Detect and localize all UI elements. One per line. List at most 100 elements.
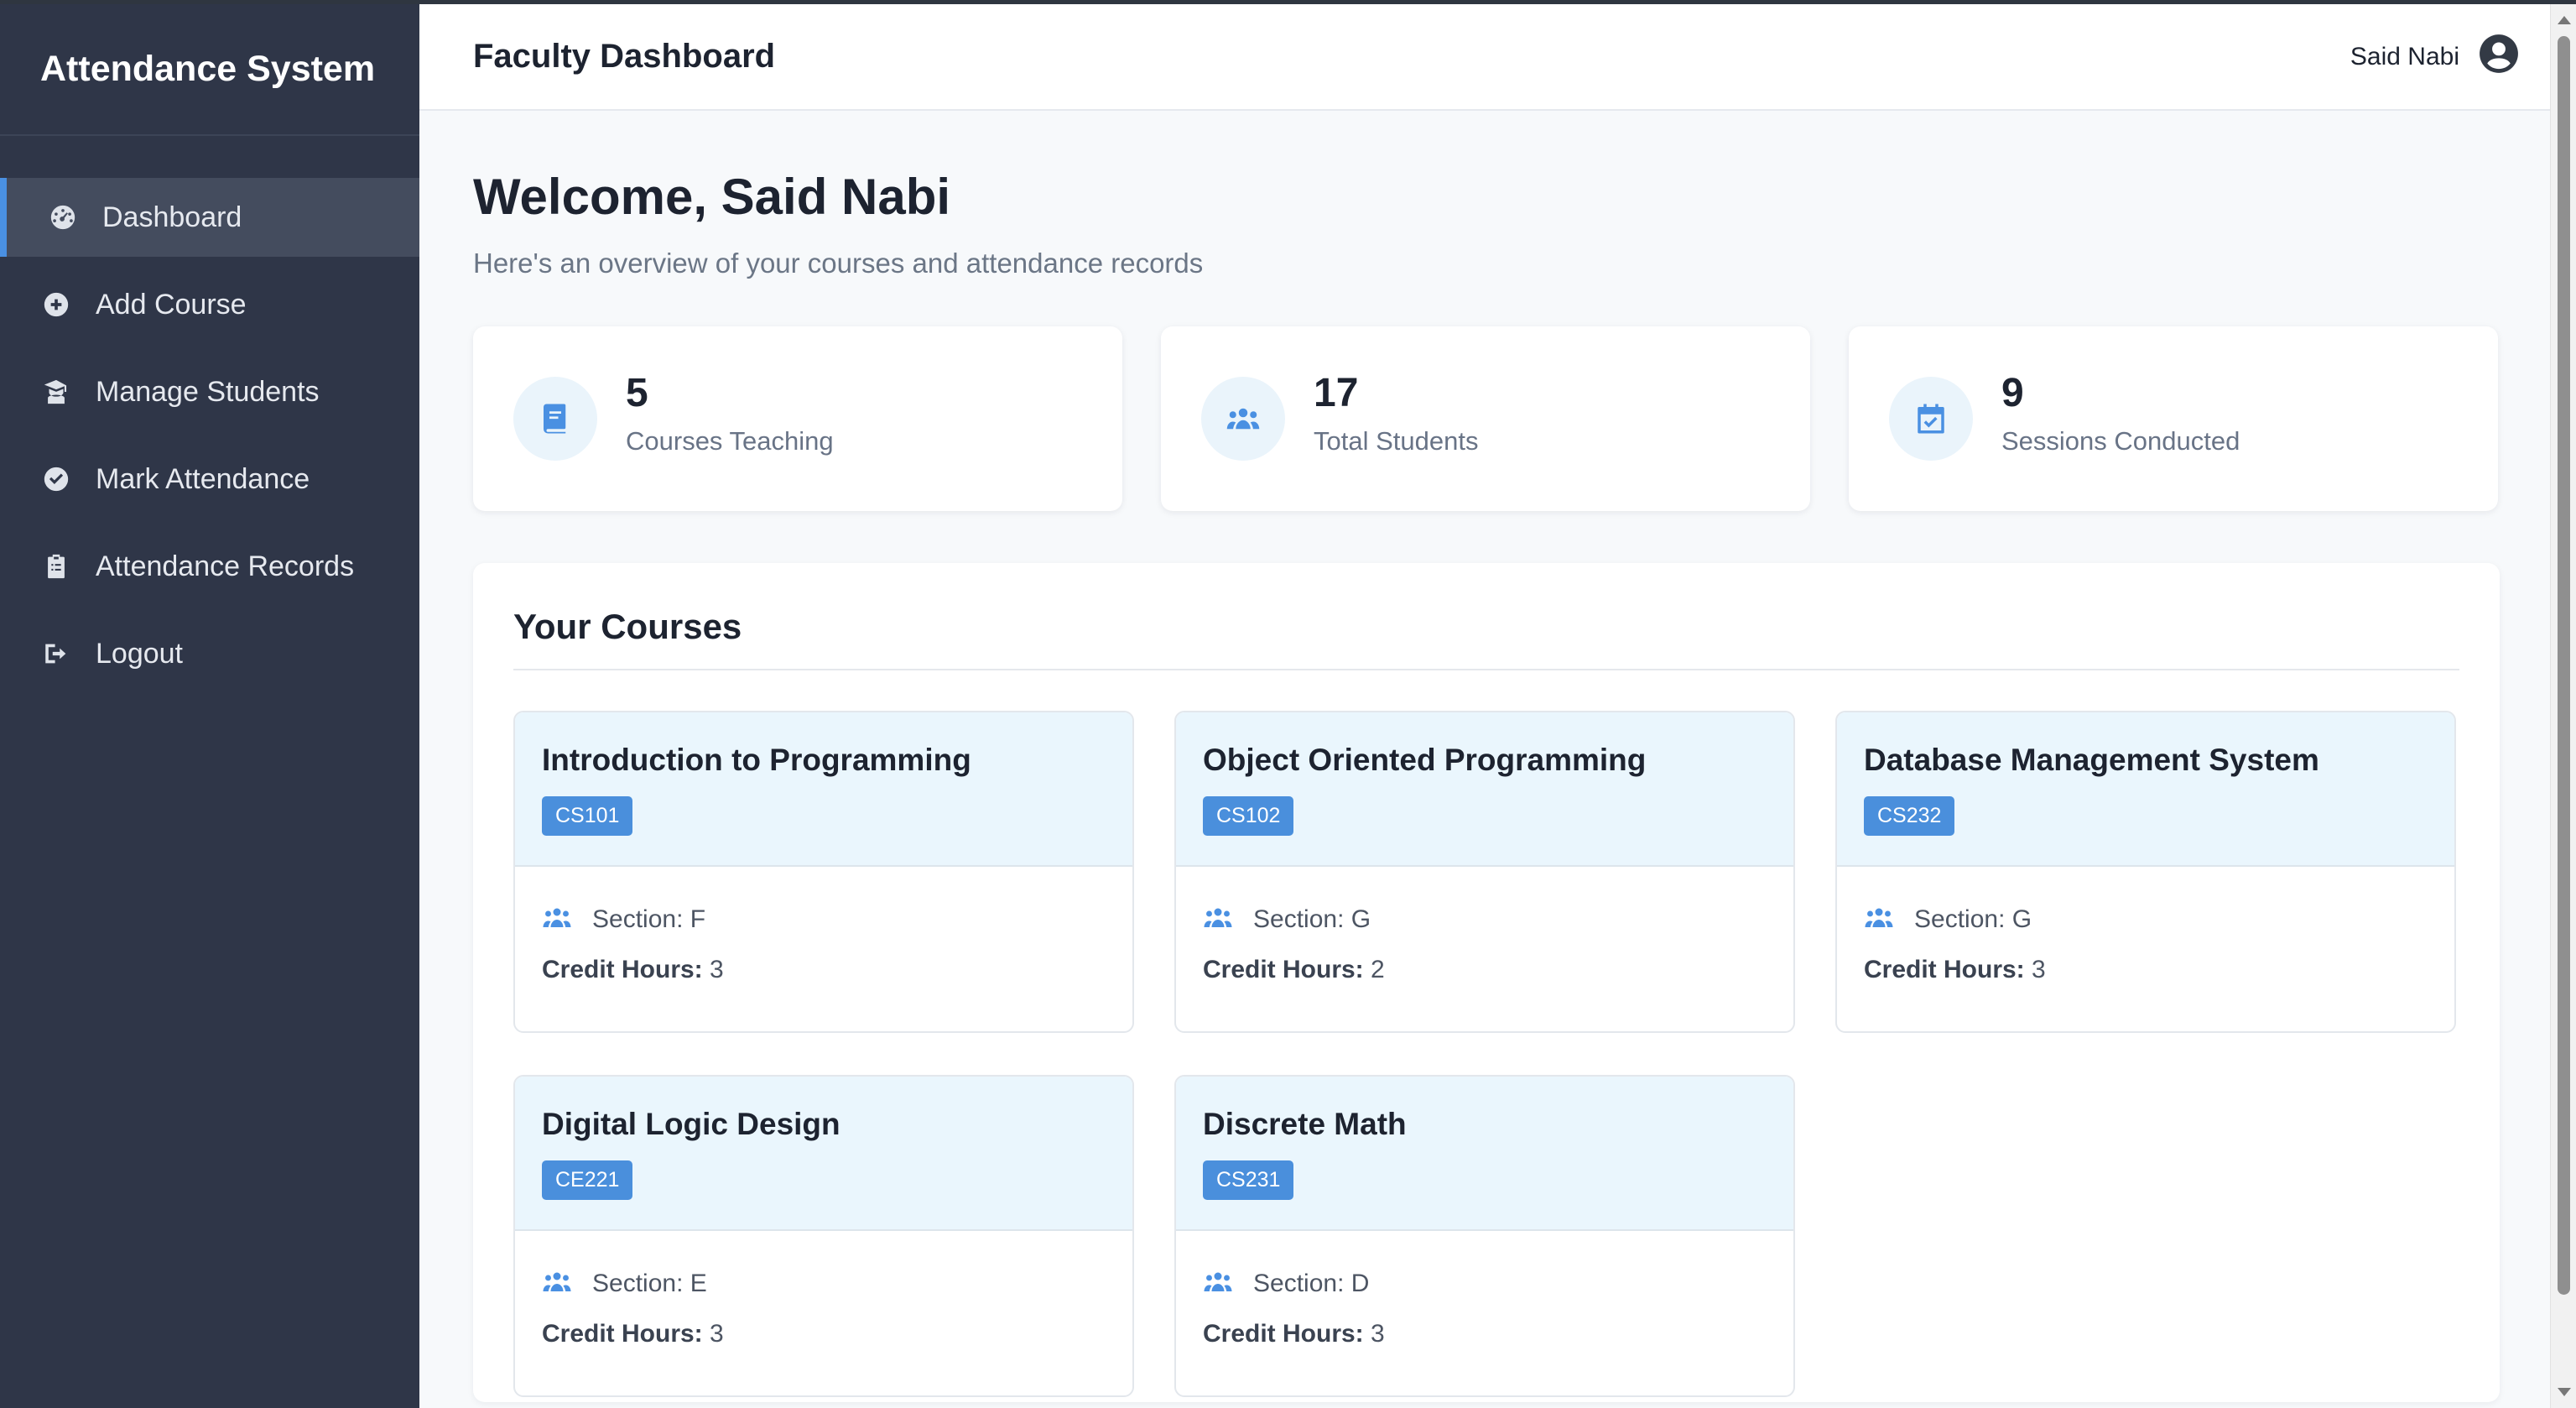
users-icon <box>1201 377 1285 461</box>
credit-value: 3 <box>1371 1320 1385 1348</box>
users-icon <box>543 908 571 927</box>
course-card-header: Object Oriented Programming CS102 <box>1176 712 1793 867</box>
section-value: F <box>690 905 706 933</box>
sidebar-item-label: Attendance Records <box>96 550 355 582</box>
sidebar: Attendance System Dashboard Add Course M… <box>0 4 419 1408</box>
main-content: Welcome, Said Nabi Here's an overview of… <box>473 111 2500 1402</box>
scroll-down-arrow-icon[interactable] <box>2558 1388 2571 1396</box>
course-code-badge: CE221 <box>542 1160 633 1200</box>
course-card-body: Section: G Credit Hours: 2 <box>1176 867 1793 984</box>
course-credit-hours: Credit Hours: 2 <box>1203 956 1767 984</box>
calendar-check-icon <box>1889 377 1973 461</box>
course-card[interactable]: Database Management System CS232 Section… <box>1835 711 2456 1033</box>
course-card[interactable]: Discrete Math CS231 Section: D Credit Ho… <box>1174 1075 1795 1397</box>
app-brand: Attendance System <box>0 4 419 136</box>
stat-label: Sessions Conducted <box>2001 425 2240 456</box>
course-code-badge: CS102 <box>1203 796 1294 836</box>
vertical-scrollbar[interactable] <box>2550 4 2576 1408</box>
course-section: Section: D <box>1203 1270 1767 1298</box>
stat-value: 9 <box>2001 370 2024 415</box>
course-card-body: Section: D Credit Hours: 3 <box>1176 1231 1793 1348</box>
course-section: Section: G <box>1864 905 2428 934</box>
credit-value: 3 <box>710 956 724 983</box>
course-card[interactable]: Introduction to Programming CS101 Sectio… <box>513 711 1134 1033</box>
users-icon <box>543 1272 571 1291</box>
scroll-up-arrow-icon[interactable] <box>2558 16 2571 24</box>
course-name: Database Management System <box>1864 743 2319 777</box>
section-prefix: Section: <box>1914 905 2006 933</box>
section-prefix: Section: <box>592 905 684 933</box>
sidebar-item-add-course[interactable]: Add Course <box>0 265 419 344</box>
welcome-heading: Welcome, Said Nabi <box>473 169 951 225</box>
course-card-body: Section: G Credit Hours: 3 <box>1837 867 2454 984</box>
course-section: Section: F <box>542 905 1106 934</box>
course-section: Section: E <box>542 1270 1106 1298</box>
credit-value: 2 <box>1371 956 1385 983</box>
sidebar-item-mark-attendance[interactable]: Mark Attendance <box>0 440 419 519</box>
sidebar-item-label: Logout <box>96 637 183 670</box>
credit-value: 3 <box>710 1320 724 1348</box>
courses-panel: Your Courses Introduction to Programming… <box>473 563 2500 1402</box>
course-name: Digital Logic Design <box>542 1107 840 1141</box>
stats-row: 5 Courses Teaching 17 Total Students 9 S… <box>473 326 2500 511</box>
course-code-badge: CS101 <box>542 796 633 836</box>
sidebar-item-label: Dashboard <box>102 201 242 233</box>
courses-title: Your Courses <box>513 563 2459 670</box>
course-name: Object Oriented Programming <box>1203 743 1647 777</box>
course-card-header: Introduction to Programming CS101 <box>515 712 1132 867</box>
stat-card-sessions: 9 Sessions Conducted <box>1849 326 2498 511</box>
window-top-border <box>0 0 2576 4</box>
user-menu[interactable]: Said Nabi <box>2350 33 2520 81</box>
stat-card-students: 17 Total Students <box>1161 326 1810 511</box>
users-icon <box>1865 908 1893 927</box>
stat-label: Courses Teaching <box>626 425 834 456</box>
section-value: E <box>690 1270 707 1297</box>
course-name: Introduction to Programming <box>542 743 971 777</box>
sidebar-item-logout[interactable]: Logout <box>0 614 419 693</box>
credit-label: Credit Hours: <box>1203 956 1364 983</box>
user-name: Said Nabi <box>2350 42 2459 70</box>
sidebar-item-dashboard[interactable]: Dashboard <box>0 178 419 257</box>
sidebar-item-manage-students[interactable]: Manage Students <box>0 352 419 431</box>
top-header: Faculty Dashboard Said Nabi <box>419 4 2550 111</box>
sidebar-item-label: Add Course <box>96 288 247 321</box>
scrollbar-thumb[interactable] <box>2558 36 2570 1295</box>
course-code-badge: CS231 <box>1203 1160 1294 1200</box>
course-credit-hours: Credit Hours: 3 <box>1203 1320 1767 1348</box>
course-card-header: Database Management System CS232 <box>1837 712 2454 867</box>
section-prefix: Section: <box>592 1270 684 1297</box>
section-value: G <box>2011 905 2032 933</box>
credit-label: Credit Hours: <box>542 956 703 983</box>
course-credit-hours: Credit Hours: 3 <box>542 956 1106 984</box>
section-value: G <box>1350 905 1371 933</box>
user-circle-icon <box>2478 33 2520 81</box>
course-card-header: Digital Logic Design CE221 <box>515 1077 1132 1231</box>
section-value: D <box>1350 1270 1370 1297</box>
course-card-body: Section: F Credit Hours: 3 <box>515 867 1132 984</box>
dashboard-gauge-icon <box>49 203 77 232</box>
sidebar-item-label: Manage Students <box>96 375 320 408</box>
credit-label: Credit Hours: <box>542 1320 703 1348</box>
welcome-subtitle: Here's an overview of your courses and a… <box>473 248 1204 279</box>
credit-value: 3 <box>2032 956 2046 983</box>
sidebar-nav: Dashboard Add Course Manage Students Mar… <box>0 178 419 693</box>
section-prefix: Section: <box>1253 905 1345 933</box>
section-prefix: Section: <box>1253 1270 1345 1297</box>
course-grid: Introduction to Programming CS101 Sectio… <box>513 711 2459 1397</box>
book-icon <box>513 377 597 461</box>
course-credit-hours: Credit Hours: 3 <box>542 1320 1106 1348</box>
course-credit-hours: Credit Hours: 3 <box>1864 956 2428 984</box>
logout-icon <box>42 639 70 668</box>
course-card[interactable]: Digital Logic Design CE221 Section: E Cr… <box>513 1075 1134 1397</box>
users-icon <box>1204 908 1232 927</box>
check-circle-icon <box>42 465 70 493</box>
stat-label: Total Students <box>1314 425 1479 456</box>
course-card-header: Discrete Math CS231 <box>1176 1077 1793 1231</box>
course-card[interactable]: Object Oriented Programming CS102 Sectio… <box>1174 711 1795 1033</box>
stat-card-courses: 5 Courses Teaching <box>473 326 1122 511</box>
graduate-icon <box>42 378 70 406</box>
course-code-badge: CS232 <box>1864 796 1955 836</box>
credit-label: Credit Hours: <box>1203 1320 1364 1348</box>
users-icon <box>1204 1272 1232 1291</box>
sidebar-item-attendance-records[interactable]: Attendance Records <box>0 527 419 606</box>
